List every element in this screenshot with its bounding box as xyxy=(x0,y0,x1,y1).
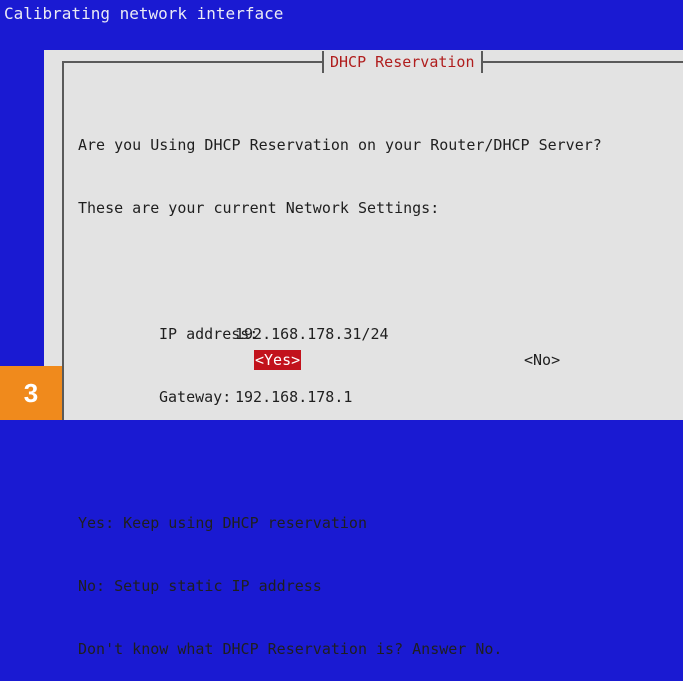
yes-hint-text: Yes: Keep using DHCP reservation xyxy=(78,514,367,532)
gateway-label: Gateway: xyxy=(159,388,232,406)
help-text: Don't know what DHCP Reservation is? Ans… xyxy=(78,640,503,658)
step-number-badge: 3 xyxy=(0,366,62,420)
ip-address-row: IP address:192.168.178.31/24 xyxy=(78,324,683,345)
question-text: Are you Using DHCP Reservation on your R… xyxy=(78,136,602,154)
intro-text: These are your current Network Settings: xyxy=(78,199,440,217)
no-button[interactable]: <No> xyxy=(524,350,560,370)
yes-button[interactable]: <Yes> xyxy=(254,350,302,370)
dialog-title: DHCP Reservation xyxy=(322,51,483,73)
no-hint-text: No: Setup static IP address xyxy=(78,577,322,595)
window-title: Calibrating network interface xyxy=(4,4,284,23)
ip-address-value: 192.168.178.31/24 xyxy=(235,325,389,343)
gateway-value: 192.168.178.1 xyxy=(235,388,353,406)
ip-address-label: IP address: xyxy=(159,325,259,343)
dialog-body: Are you Using DHCP Reservation on your R… xyxy=(78,93,683,681)
gateway-row: Gateway: 192.168.178.1 xyxy=(78,387,683,408)
